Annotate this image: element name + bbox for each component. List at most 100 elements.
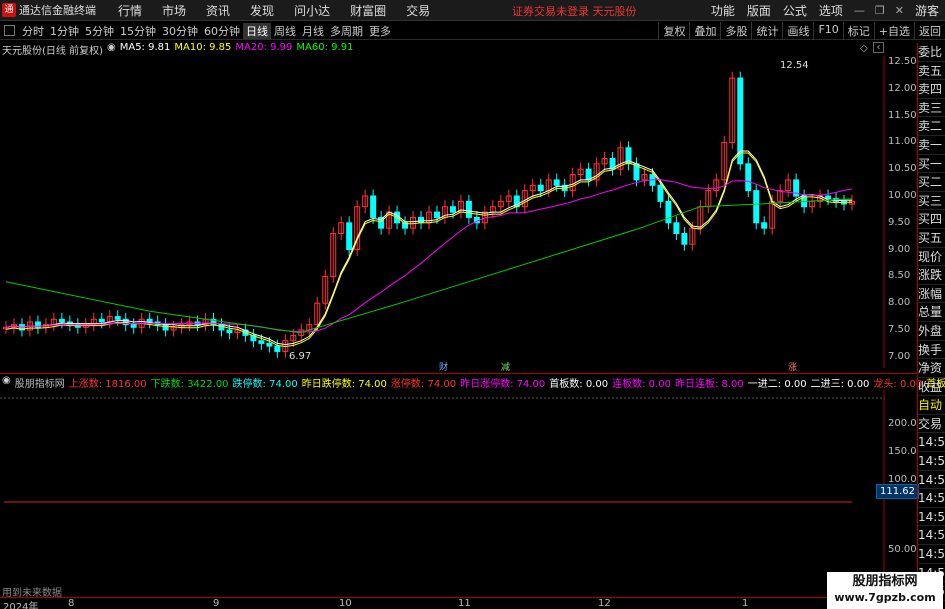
side-panel-item-12[interactable]: 涨跌 xyxy=(918,266,945,285)
side-panel-item-15[interactable]: 外盘 xyxy=(918,322,945,341)
watermark-title: 股朋指标网 xyxy=(852,574,918,589)
price-tick-label: 7.00 xyxy=(888,350,911,362)
side-panel-item-17[interactable]: 净资 xyxy=(918,359,945,378)
side-panel-item-9[interactable]: 买四 xyxy=(918,210,945,229)
limit-up-event-marker[interactable]: 涨 xyxy=(786,360,799,373)
indicator-settings-icon[interactable]: ◉ xyxy=(2,375,11,388)
period-daily[interactable]: 日线 xyxy=(243,22,271,39)
side-panel-item-21[interactable]: 14:56 xyxy=(918,433,945,453)
side-panel-item-20[interactable]: 交易 xyxy=(918,415,945,434)
menu-guest[interactable]: 游客 xyxy=(909,2,945,19)
back-button[interactable]: 返回 xyxy=(914,22,945,40)
side-panel-item-26[interactable]: 14:56 xyxy=(918,526,945,546)
side-panel-item-22[interactable]: 14:56 xyxy=(918,452,945,471)
date-tick-label: 9 xyxy=(213,598,220,609)
side-panel-item-18[interactable]: 收益 xyxy=(918,378,945,397)
side-panel-item-2[interactable]: 卖四 xyxy=(918,80,945,99)
indicator-header: ◉ 股朋指标网 上涨数: 1816.00 下跌数: 3422.00 跌停数: 74.… xyxy=(2,375,945,390)
candle-body xyxy=(753,190,760,224)
candlestick-chart[interactable] xyxy=(0,56,885,368)
ma5-label: MA5: 9.81 xyxy=(119,42,171,53)
mark-button[interactable]: 标记 xyxy=(842,22,874,40)
indicator-value-9: 一进二: 0.00 xyxy=(747,379,807,390)
menu-news[interactable]: 资讯 xyxy=(196,2,240,19)
indicator-value-0: 上涨数: 1816.00 xyxy=(68,379,147,390)
period-5min[interactable]: 5分钟 xyxy=(82,23,117,39)
side-panel-item-25[interactable]: 14:56 xyxy=(918,508,945,527)
period-checkbox[interactable] xyxy=(4,25,15,36)
menu-assistant[interactable]: 问小达 xyxy=(284,2,340,19)
menu-layout[interactable]: 版面 xyxy=(741,2,777,19)
side-panel-item-24[interactable]: 14:56 xyxy=(918,489,945,508)
side-panel-item-3[interactable]: 卖三 xyxy=(918,99,945,118)
f10-button[interactable]: F10 xyxy=(813,22,842,40)
indicator-tick-label: 200.0 xyxy=(888,418,917,429)
period-multi[interactable]: 多周期 xyxy=(327,23,366,39)
side-panel-item-6[interactable]: 买一 xyxy=(918,155,945,174)
indicator-name[interactable]: 股朋指标网 xyxy=(15,375,65,390)
low-price-label: 6.97 xyxy=(289,351,312,362)
finance-event-marker[interactable]: 财 xyxy=(437,360,450,373)
side-panel-item-5[interactable]: 卖一 xyxy=(918,136,945,155)
candle-body xyxy=(98,318,105,323)
side-panel-item-8[interactable]: 买三 xyxy=(918,192,945,211)
period-monthly[interactable]: 月线 xyxy=(299,23,327,39)
indicator-tick-label: 50.00 xyxy=(888,544,917,555)
menu-wealth[interactable]: 财富圈 xyxy=(340,2,396,19)
side-panel-item-0[interactable]: 委比 xyxy=(918,43,945,62)
menu-formula[interactable]: 公式 xyxy=(777,2,813,19)
period-more[interactable]: 更多 xyxy=(366,23,394,39)
menu-market[interactable]: 市场 xyxy=(152,2,196,19)
add-watchlist-button[interactable]: +自选 xyxy=(873,22,914,40)
menu-bar: 通 通达信金融终端 行情 市场 资讯 发现 问小达 财富圈 交易 证券交易未登录… xyxy=(0,0,945,21)
menu-options[interactable]: 选项 xyxy=(813,2,849,19)
menu-discover[interactable]: 发现 xyxy=(240,2,284,19)
candle-body xyxy=(449,206,456,213)
period-30min[interactable]: 30分钟 xyxy=(159,23,201,39)
candle-body xyxy=(681,233,688,245)
side-panel-item-10[interactable]: 买五 xyxy=(918,229,945,248)
period-weekly[interactable]: 周线 xyxy=(271,23,299,39)
side-panel-item-11[interactable]: 现价 xyxy=(918,248,945,267)
overlay-button[interactable]: 叠加 xyxy=(689,22,720,40)
settings-icon[interactable]: ◉ xyxy=(107,42,116,55)
side-panel-item-1[interactable]: 卖五 xyxy=(918,62,945,81)
diamond-icon[interactable]: ◇ xyxy=(860,43,868,54)
period-15min[interactable]: 15分钟 xyxy=(117,23,159,39)
ma20-line xyxy=(5,179,853,333)
side-panel-item-27[interactable]: 14:56 xyxy=(918,545,945,564)
date-axis: 2024年 8 9 10 11 12 1 xyxy=(0,597,917,609)
draw-button[interactable]: 画线 xyxy=(782,22,813,40)
menu-function[interactable]: 功能 xyxy=(705,2,741,19)
period-1min[interactable]: 1分钟 xyxy=(47,23,82,39)
close-icon[interactable]: ✕ xyxy=(890,4,909,17)
cursor-price-badge: 111.62 xyxy=(876,484,919,499)
side-panel-item-7[interactable]: 买二 xyxy=(918,173,945,192)
side-panel-item-16[interactable]: 换手 xyxy=(918,341,945,360)
login-notice: 证券交易未登录 天元股份 xyxy=(512,5,637,18)
side-panel-item-19[interactable]: 自动 xyxy=(918,396,945,415)
side-panel-item-4[interactable]: 卖二 xyxy=(918,117,945,136)
side-panel-item-13[interactable]: 涨幅 xyxy=(918,285,945,304)
price-tick-label: 10.00 xyxy=(888,190,917,201)
restore-icon[interactable]: ❐ xyxy=(870,4,890,17)
candle-body xyxy=(585,168,592,181)
candle-body xyxy=(433,211,440,218)
adjust-button[interactable]: 复权 xyxy=(658,22,689,40)
candle-body xyxy=(58,318,65,323)
reduce-event-marker[interactable]: 减 xyxy=(499,360,512,373)
side-panel-item-14[interactable]: 总量 xyxy=(918,303,945,322)
indicator-chart[interactable] xyxy=(0,390,885,595)
minimize-icon[interactable]: — xyxy=(849,4,870,17)
period-tick[interactable]: 分时 xyxy=(19,23,47,39)
menu-quotes[interactable]: 行情 xyxy=(108,2,152,19)
ma10-label: MA10: 9.85 xyxy=(174,42,232,53)
multi-stock-button[interactable]: 多股 xyxy=(720,22,751,40)
side-panel-item-23[interactable]: 14:56 xyxy=(918,471,945,490)
collapse-icon[interactable]: ‹ xyxy=(873,42,884,53)
period-60min[interactable]: 60分钟 xyxy=(201,23,243,39)
indicator-value-11: 龙头: 0.00 xyxy=(873,379,923,390)
date-tick-label: 8 xyxy=(68,598,75,609)
stats-button[interactable]: 统计 xyxy=(751,22,782,40)
menu-trade[interactable]: 交易 xyxy=(396,2,440,19)
